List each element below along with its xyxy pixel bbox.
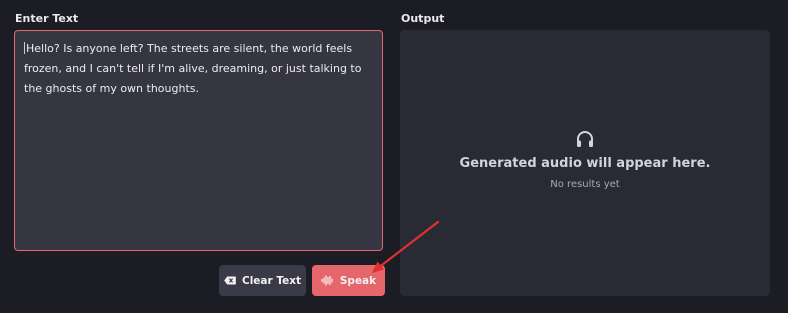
text-input[interactable]: Hello? Is anyone left? The streets are s… [24,39,373,242]
speak-button[interactable]: Speak [312,265,385,296]
output-panel: Generated audio will appear here. No res… [400,30,770,296]
text-input-value: Hello? Is anyone left? The streets are s… [24,42,365,95]
output-label: Output [401,12,445,25]
backspace-icon [224,276,236,285]
clear-text-button[interactable]: Clear Text [219,265,306,296]
text-input-panel[interactable]: Hello? Is anyone left? The streets are s… [14,30,383,251]
input-label: Enter Text [15,12,79,25]
output-empty-state: Generated audio will appear here. No res… [400,130,770,190]
headphones-icon [577,131,593,147]
output-empty-title: Generated audio will appear here. [459,156,711,171]
clear-text-label: Clear Text [241,274,302,287]
output-empty-subtitle: No results yet [550,179,620,190]
sound-wave-icon [321,275,334,286]
speak-label: Speak [339,274,377,287]
text-caret [24,42,25,54]
